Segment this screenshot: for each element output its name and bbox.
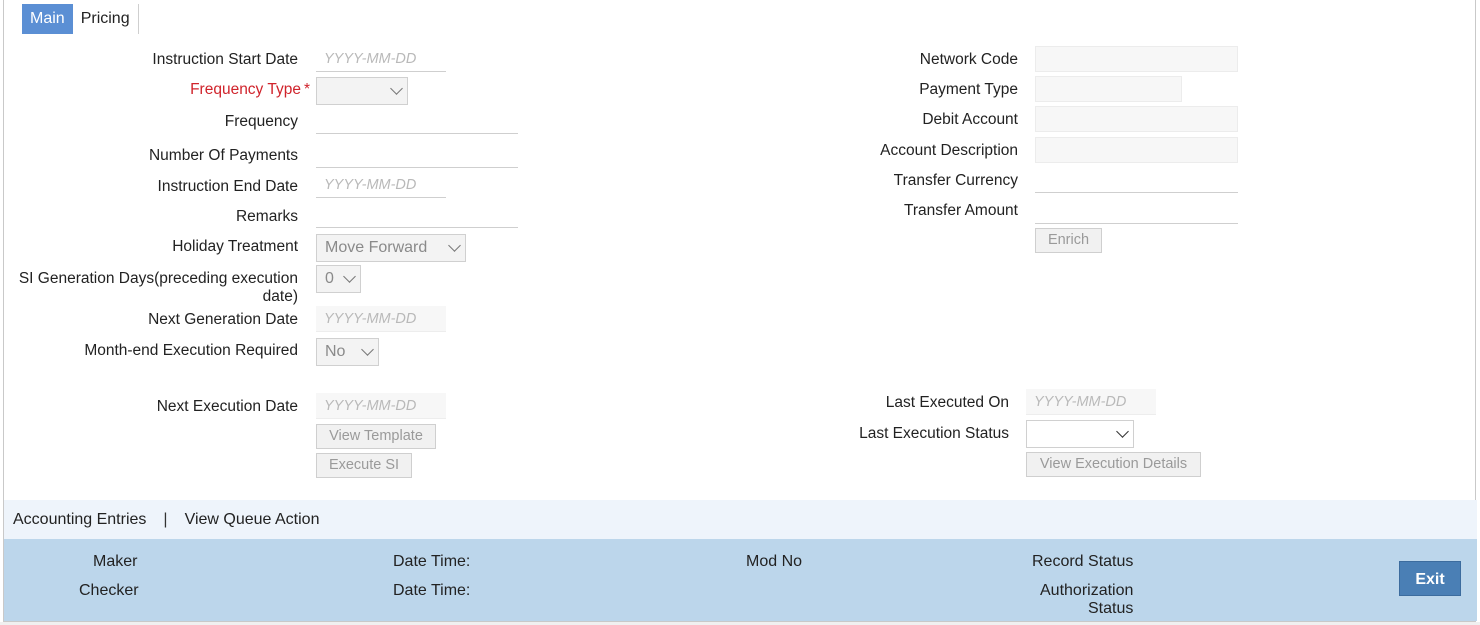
checker-date-time-label: Date Time: (393, 582, 471, 599)
transfer-currency-label: Transfer Currency (893, 172, 1018, 189)
authorization-status-label-line1: Authorization (1040, 582, 1134, 599)
transfer-currency-input[interactable] (1035, 167, 1238, 193)
month-end-execution-value: No (325, 343, 346, 360)
month-end-execution-label: Month-end Execution Required (84, 342, 298, 359)
frequency-label: Frequency (224, 113, 298, 130)
execute-si-button[interactable]: Execute SI (316, 453, 412, 478)
chevron-down-icon (448, 239, 461, 252)
view-queue-action-link[interactable]: View Queue Action (185, 511, 320, 529)
debit-account-input (1035, 106, 1238, 132)
last-executed-on-input: YYYY-MM-DD (1026, 389, 1156, 415)
required-asterisk: * (303, 81, 310, 98)
frequency-input[interactable] (316, 108, 518, 134)
form-frame: Main Pricing Instruction Start Date YYYY… (3, 0, 1477, 622)
account-description-label: Account Description (880, 142, 1018, 159)
instruction-start-date-label: Instruction Start Date (152, 51, 298, 68)
month-end-execution-select[interactable]: No (316, 338, 379, 366)
enrich-button[interactable]: Enrich (1035, 228, 1102, 253)
exit-button[interactable]: Exit (1399, 561, 1461, 596)
payment-type-input (1035, 76, 1182, 102)
maker-label: Maker (93, 553, 138, 570)
account-description-input (1035, 137, 1238, 163)
holiday-treatment-value: Move Forward (325, 239, 428, 256)
chevron-down-icon (390, 82, 403, 95)
link-separator: | (163, 510, 168, 528)
holiday-treatment-select[interactable]: Move Forward (316, 234, 466, 262)
si-generation-days-value: 0 (325, 270, 334, 287)
checker-label: Checker (79, 582, 139, 599)
chevron-down-icon (361, 343, 374, 356)
chevron-down-icon (1116, 425, 1129, 438)
frequency-type-label: Frequency Type * (190, 81, 310, 99)
view-execution-details-button[interactable]: View Execution Details (1026, 452, 1201, 477)
si-generation-days-label: SI Generation Days(preceding execution d… (18, 270, 298, 305)
action-link-bar: Accounting Entries | View Queue Action (4, 500, 1477, 539)
instruction-start-date-input[interactable]: YYYY-MM-DD (316, 46, 446, 72)
si-generation-days-select[interactable]: 0 (316, 265, 361, 293)
audit-footer: Maker Checker Date Time: Date Time: Mod … (4, 539, 1477, 621)
accounting-entries-link[interactable]: Accounting Entries (13, 511, 146, 529)
last-execution-status-label: Last Execution Status (859, 425, 1009, 442)
next-generation-date-label: Next Generation Date (148, 311, 298, 328)
transfer-amount-input[interactable] (1035, 198, 1238, 224)
instruction-end-date-input[interactable]: YYYY-MM-DD (316, 172, 446, 198)
last-execution-status-select[interactable] (1026, 420, 1134, 448)
instruction-end-date-label: Instruction End Date (157, 178, 298, 195)
tab-bar: Main Pricing (22, 4, 139, 34)
tab-main[interactable]: Main (22, 4, 73, 34)
view-template-button[interactable]: View Template (316, 424, 436, 449)
record-status-label: Record Status (1032, 553, 1134, 570)
tab-pricing[interactable]: Pricing (73, 4, 139, 34)
authorization-status-label-line2: Status (1088, 600, 1134, 617)
number-of-payments-input[interactable] (316, 142, 518, 168)
frequency-type-select[interactable] (316, 77, 408, 105)
chevron-down-icon (343, 270, 356, 283)
remarks-label: Remarks (235, 208, 298, 225)
next-generation-date-input: YYYY-MM-DD (316, 306, 446, 332)
last-executed-on-label: Last Executed On (885, 394, 1009, 411)
number-of-payments-label: Number Of Payments (148, 147, 298, 164)
transfer-amount-label: Transfer Amount (903, 202, 1018, 219)
holiday-treatment-label: Holiday Treatment (172, 238, 298, 255)
next-execution-date-label: Next Execution Date (156, 398, 298, 415)
remarks-input[interactable] (316, 202, 518, 228)
payment-type-label: Payment Type (919, 81, 1018, 98)
debit-account-label: Debit Account (922, 111, 1018, 128)
maker-date-time-label: Date Time: (393, 553, 471, 570)
frequency-type-label-text: Frequency Type (190, 81, 301, 98)
network-code-label: Network Code (919, 51, 1018, 68)
mod-no-label: Mod No (746, 553, 803, 570)
network-code-input (1035, 46, 1238, 72)
next-execution-date-input: YYYY-MM-DD (316, 393, 446, 419)
